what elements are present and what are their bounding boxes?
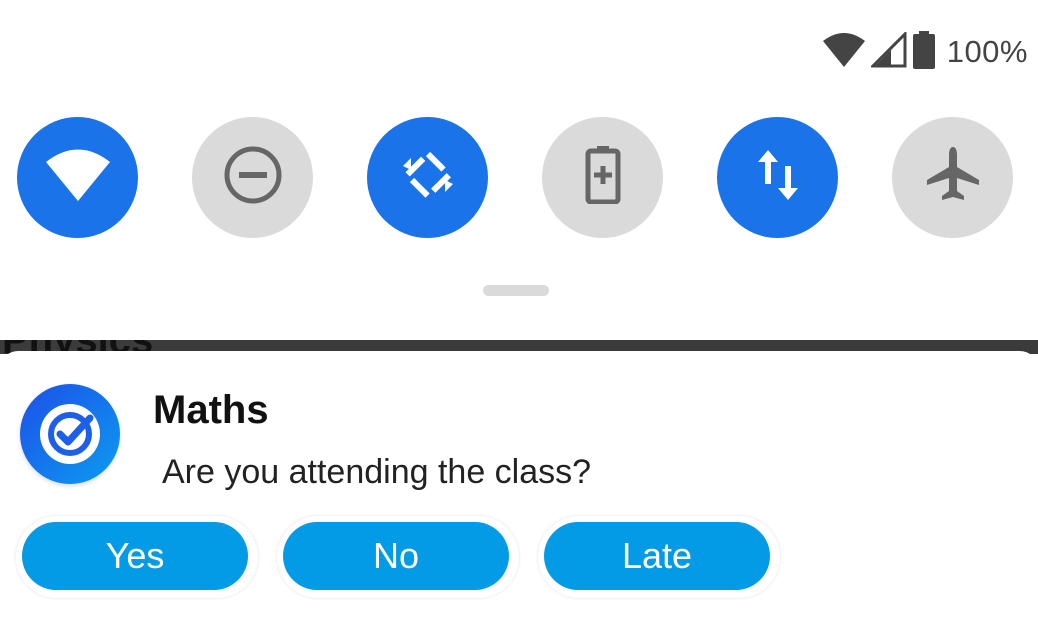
action-wrap-yes: Yes [16,516,258,598]
status-icons: 100% [822,29,1028,74]
tile-do-not-disturb[interactable] [192,117,313,238]
panel-drag-handle[interactable] [483,285,549,296]
no-button[interactable]: No [283,522,509,590]
airplane-icon [923,145,983,210]
status-bar: 100% [0,0,1038,100]
tile-auto-rotate[interactable] [367,117,488,238]
tile-airplane-mode[interactable] [892,117,1013,238]
notification-card[interactable]: Maths Are you attending the class? Yes N… [0,351,1038,617]
tile-mobile-data[interactable] [717,117,838,238]
wifi-icon [822,32,865,72]
notification-title: Maths [153,388,269,432]
action-wrap-no: No [277,516,519,598]
wifi-icon [45,149,110,206]
data-arrows-icon [756,150,800,205]
battery-percent: 100% [946,34,1028,69]
yes-button[interactable]: Yes [22,522,248,590]
tile-wifi[interactable] [17,117,138,238]
checkmark-target-icon [20,384,120,484]
cell-signal-icon [869,29,907,73]
quick-settings-row [0,117,1038,239]
rotate-icon [397,144,459,211]
action-wrap-late: Late [538,516,780,598]
battery-saver-icon [585,146,621,209]
battery-icon [912,30,935,74]
tile-battery-saver[interactable] [542,117,663,238]
dnd-icon [223,145,283,210]
notification-text: Are you attending the class? [162,453,592,491]
late-button[interactable]: Late [544,522,770,590]
